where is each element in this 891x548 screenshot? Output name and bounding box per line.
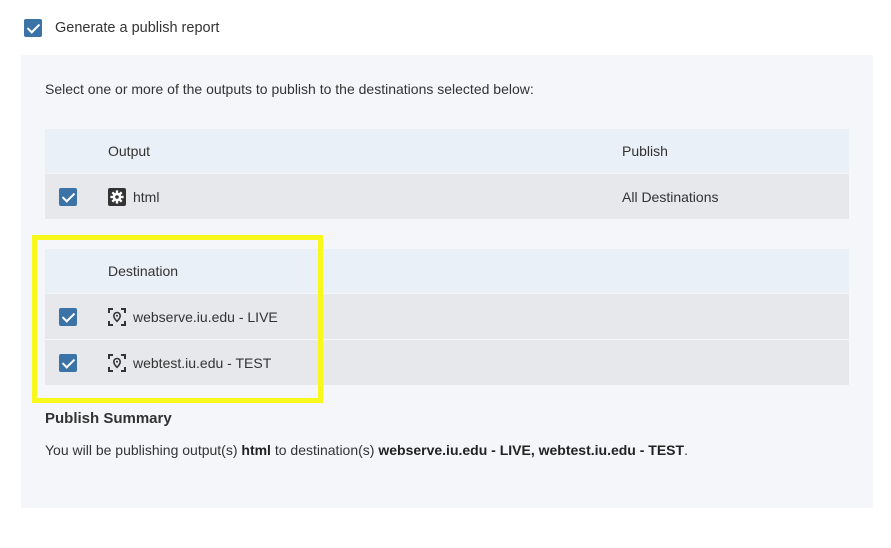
output-column-header: Output xyxy=(108,143,151,159)
summary-destinations: webserve.iu.edu - LIVE, webtest.iu.edu -… xyxy=(378,442,685,458)
outputs-table-header: Output Publish xyxy=(45,129,849,173)
destinations-table: Destination webserve.iu.edu - LIVE webte… xyxy=(45,249,849,385)
destination-column-header: Destination xyxy=(108,263,179,279)
outputs-table: Output Publish html All Destinations xyxy=(45,129,849,219)
destination-name: webserve.iu.edu - LIVE xyxy=(133,308,278,325)
summary-outputs: html xyxy=(241,442,271,458)
publish-summary-text: You will be publishing output(s) html to… xyxy=(45,442,688,458)
output-publish-value: All Destinations xyxy=(622,188,719,205)
table-row[interactable]: html All Destinations xyxy=(45,173,849,219)
output-name: html xyxy=(133,188,160,205)
publish-column-header: Publish xyxy=(622,143,668,159)
destination-name: webtest.iu.edu - TEST xyxy=(133,354,272,371)
gear-icon xyxy=(108,187,126,206)
table-row[interactable]: webtest.iu.edu - TEST xyxy=(45,339,849,385)
destinations-table-header: Destination xyxy=(45,249,849,293)
destination-live-checkbox[interactable] xyxy=(59,307,77,326)
location-target-icon xyxy=(108,307,126,326)
output-html-checkbox[interactable] xyxy=(59,187,77,206)
intro-text: Select one or more of the outputs to pub… xyxy=(45,81,534,97)
publish-report-label: Generate a publish report xyxy=(55,20,220,36)
location-target-icon xyxy=(108,353,126,372)
publish-summary-title: Publish Summary xyxy=(45,410,172,427)
table-row[interactable]: webserve.iu.edu - LIVE xyxy=(45,293,849,339)
destination-test-checkbox[interactable] xyxy=(59,353,77,372)
publish-report-checkbox[interactable] xyxy=(24,19,42,37)
publish-panel: Select one or more of the outputs to pub… xyxy=(21,55,873,508)
publish-report-option[interactable]: Generate a publish report xyxy=(24,19,219,37)
